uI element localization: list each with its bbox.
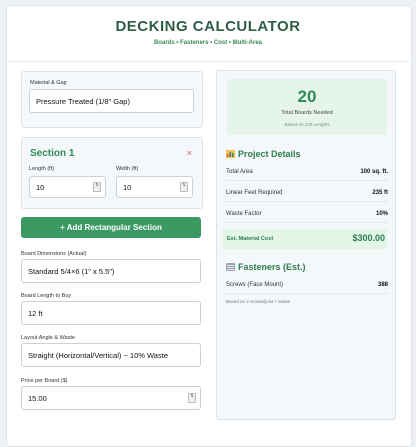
- width-value: 10: [123, 182, 132, 192]
- waste-row: Waste Factor 10%: [226, 208, 388, 223]
- board-length-select[interactable]: 12 ft: [21, 301, 201, 325]
- total-boards-sub: Based on 12ft Lengths: [284, 122, 330, 127]
- price-value: 15.00: [28, 393, 47, 403]
- length-stepper-icon[interactable]: ⇅: [93, 182, 101, 192]
- width-stepper-icon[interactable]: ⇅: [180, 182, 188, 192]
- header: DECKING CALCULATOR Boards • Fasteners • …: [6, 5, 410, 62]
- section-1-box: Section 1 ×: [21, 137, 203, 209]
- layout-value: Straight (Horizontal/Vertical) ~ 10% Was…: [28, 350, 168, 360]
- length-label: Length (ft): [29, 166, 55, 172]
- screws-value: 388: [377, 282, 388, 288]
- section-title: Section 1: [30, 148, 75, 159]
- screws-label: Screws (Face Mount): [226, 282, 284, 288]
- waste-label: Waste Factor: [226, 211, 262, 217]
- board-length-value: 12 ft: [28, 308, 43, 318]
- total-area-label: Total Area: [226, 169, 253, 175]
- waste-value: 10%: [375, 211, 388, 217]
- total-boards-count: 20: [297, 87, 317, 106]
- length-value: 10: [36, 182, 45, 192]
- layout-label: Layout Angle & Waste: [21, 335, 75, 341]
- remove-section-icon[interactable]: ×: [187, 148, 192, 158]
- page-title: DECKING CALCULATOR: [115, 18, 301, 35]
- linear-feet-value: 235 ft: [372, 190, 388, 196]
- material-label: Material & Gap: [30, 80, 67, 86]
- price-input[interactable]: 15.00 ⇅: [21, 386, 201, 410]
- board-dimensions-select[interactable]: Standard 5/4×6 (1" x 5.5"): [21, 259, 201, 283]
- screws-row: Screws (Face Mount) 388: [226, 279, 388, 294]
- fasteners-heading: Fasteners (Est.): [226, 262, 306, 272]
- fasteners-title: Fasteners (Est.): [238, 262, 306, 272]
- page-subtitle: Boards • Fasteners • Cost • Multi-Area: [154, 40, 262, 46]
- material-select[interactable]: Pressure Treated (1/8" Gap): [29, 89, 194, 113]
- board-dimensions-label: Board Dimensions (Actual): [21, 251, 87, 257]
- material-cost-value: $300.00: [352, 233, 385, 243]
- material-cost-row: Est. Material Cost $300.00: [222, 229, 387, 249]
- board-dimensions-value: Standard 5/4×6 (1" x 5.5"): [28, 266, 115, 276]
- screw-icon: [226, 263, 235, 271]
- fasteners-note: Based on 2 screws/joist + waste: [226, 299, 291, 304]
- total-area-value: 100 sq. ft.: [360, 169, 388, 175]
- width-label: Width (ft): [116, 166, 139, 172]
- project-details-heading: Project Details: [226, 149, 301, 159]
- length-input[interactable]: 10 ⇅: [29, 176, 106, 198]
- project-details-title: Project Details: [238, 149, 301, 159]
- layout-select[interactable]: Straight (Horizontal/Vertical) ~ 10% Was…: [21, 343, 201, 367]
- total-boards-label: Total Boards Needed: [281, 110, 333, 116]
- width-input[interactable]: 10 ⇅: [116, 176, 193, 198]
- bar-chart-icon: [226, 150, 235, 158]
- linear-feet-label: Linear Feet Required: [226, 190, 283, 196]
- total-boards-card: 20 Total Boards Needed Based on 12ft Len…: [227, 79, 387, 135]
- add-section-button[interactable]: + Add Rectangular Section: [21, 217, 201, 238]
- linear-feet-row: Linear Feet Required 235 ft: [226, 187, 388, 202]
- price-label: Price per Board ($): [21, 378, 68, 384]
- board-length-label: Board Length to Buy: [21, 293, 72, 299]
- total-area-row: Total Area 100 sq. ft.: [226, 166, 388, 181]
- price-stepper-icon[interactable]: ⇅: [188, 393, 196, 403]
- material-value: Pressure Treated (1/8" Gap): [36, 96, 130, 106]
- material-cost-label: Est. Material Cost: [227, 236, 274, 242]
